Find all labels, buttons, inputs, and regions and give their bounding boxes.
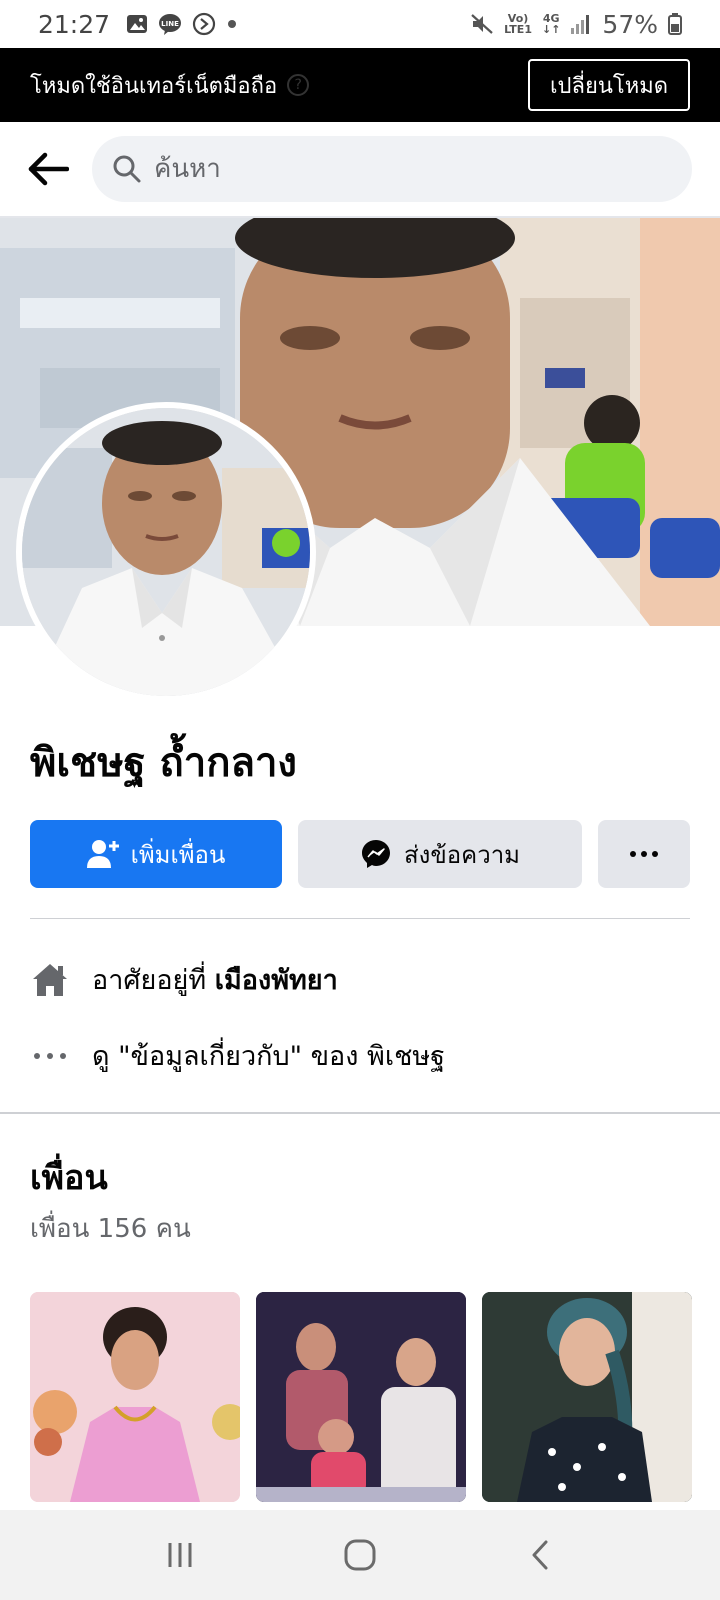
battery-icon <box>668 13 682 35</box>
switch-mode-button[interactable]: เปลี่ยนโหมด <box>528 59 690 111</box>
top-nav <box>0 122 720 218</box>
home-icon <box>30 960 70 1000</box>
status-right: Vo) LTE1 4G ↓↑ 57% <box>470 10 682 39</box>
data-mode-text: โหมดใช้อินเทอร์เน็ตมือถือ <box>30 73 278 99</box>
section-separator <box>0 1112 720 1114</box>
data-arrows-icon: ↓↑ <box>541 23 561 36</box>
line-app-icon: LINE <box>158 13 182 35</box>
more-options-button[interactable] <box>598 820 690 888</box>
friend-photo <box>256 1292 466 1502</box>
battery-percent: 57% <box>602 9 658 39</box>
search-icon <box>113 155 141 183</box>
divider <box>30 918 690 919</box>
data-mode-banner: โหมดใช้อินเทอร์เน็ตมือถือ ? เปลี่ยนโหมด <box>0 48 720 122</box>
profile-name: พิเชษฐ ถ้ำกลาง <box>30 740 297 786</box>
dot-icon <box>226 18 238 30</box>
friend-thumbnail[interactable] <box>30 1292 240 1502</box>
info-row-about[interactable]: ดู "ข้อมูลเกี่ยวกับ" ของ พิเชษฐ <box>30 1034 690 1077</box>
friend-photo <box>482 1292 692 1502</box>
add-friend-icon <box>86 840 119 868</box>
more-dots-icon <box>630 851 658 857</box>
android-navigation-bar <box>0 1510 720 1600</box>
profile-picture-image <box>22 408 310 696</box>
volte-label: Vo) LTE1 <box>504 13 532 35</box>
svg-text:LINE: LINE <box>161 20 179 28</box>
image-icon <box>126 13 148 35</box>
back-button[interactable] <box>24 145 72 193</box>
recent-apps-button[interactable] <box>150 1525 210 1585</box>
add-friend-label: เพิ่มเพื่อน <box>130 840 226 869</box>
help-icon[interactable]: ? <box>287 74 310 96</box>
status-time: 21:27 <box>38 9 111 39</box>
friends-title[interactable]: เพื่อน <box>30 1150 108 1204</box>
status-bar: 21:27 LINE Vo) LTE1 4G ↓↑ 57% <box>0 0 720 48</box>
lte-text: LTE1 <box>504 23 532 36</box>
network-4g-label: 4G ↓↑ <box>542 13 560 35</box>
recent-apps-icon <box>168 1543 192 1567</box>
messenger-icon <box>361 840 390 868</box>
data-saver-icon <box>192 12 216 36</box>
back-nav-button[interactable] <box>510 1525 570 1585</box>
search-box[interactable] <box>92 136 692 202</box>
about-link[interactable]: ดู "ข้อมูลเกี่ยวกับ" ของ พิเชษฐ <box>92 1034 445 1077</box>
profile-picture[interactable] <box>16 402 316 702</box>
search-input[interactable] <box>154 154 634 184</box>
lives-in-prefix: อาศัยอยู่ที่ <box>92 965 207 996</box>
friend-thumbnail[interactable] <box>256 1292 466 1502</box>
mute-icon <box>470 12 494 36</box>
info-row-lives-in: อาศัยอยู่ที่ เมืองพัทยา <box>30 958 690 1001</box>
facebook-profile-page: 21:27 LINE Vo) LTE1 4G ↓↑ 57% โหมดใช้อิน… <box>0 0 720 1600</box>
friend-photo <box>30 1292 240 1502</box>
friend-thumbnail[interactable] <box>482 1292 692 1502</box>
message-button[interactable]: ส่งข้อความ <box>298 820 582 888</box>
message-label: ส่งข้อความ <box>403 840 520 869</box>
signal-icon <box>570 13 592 35</box>
status-left: 21:27 LINE <box>38 10 238 39</box>
add-friend-button[interactable]: เพิ่มเพื่อน <box>30 820 282 888</box>
profile-actions: เพิ่มเพื่อน ส่งข้อความ <box>30 820 690 888</box>
back-nav-icon <box>532 1540 548 1570</box>
friends-count: เพื่อน 156 คน <box>30 1214 191 1244</box>
home-nav-icon <box>344 1539 376 1571</box>
back-arrow-icon <box>28 152 69 186</box>
home-button[interactable] <box>330 1525 390 1585</box>
more-dots-icon <box>30 1036 70 1076</box>
lives-in-place[interactable]: เมืองพัทยา <box>215 958 338 1001</box>
